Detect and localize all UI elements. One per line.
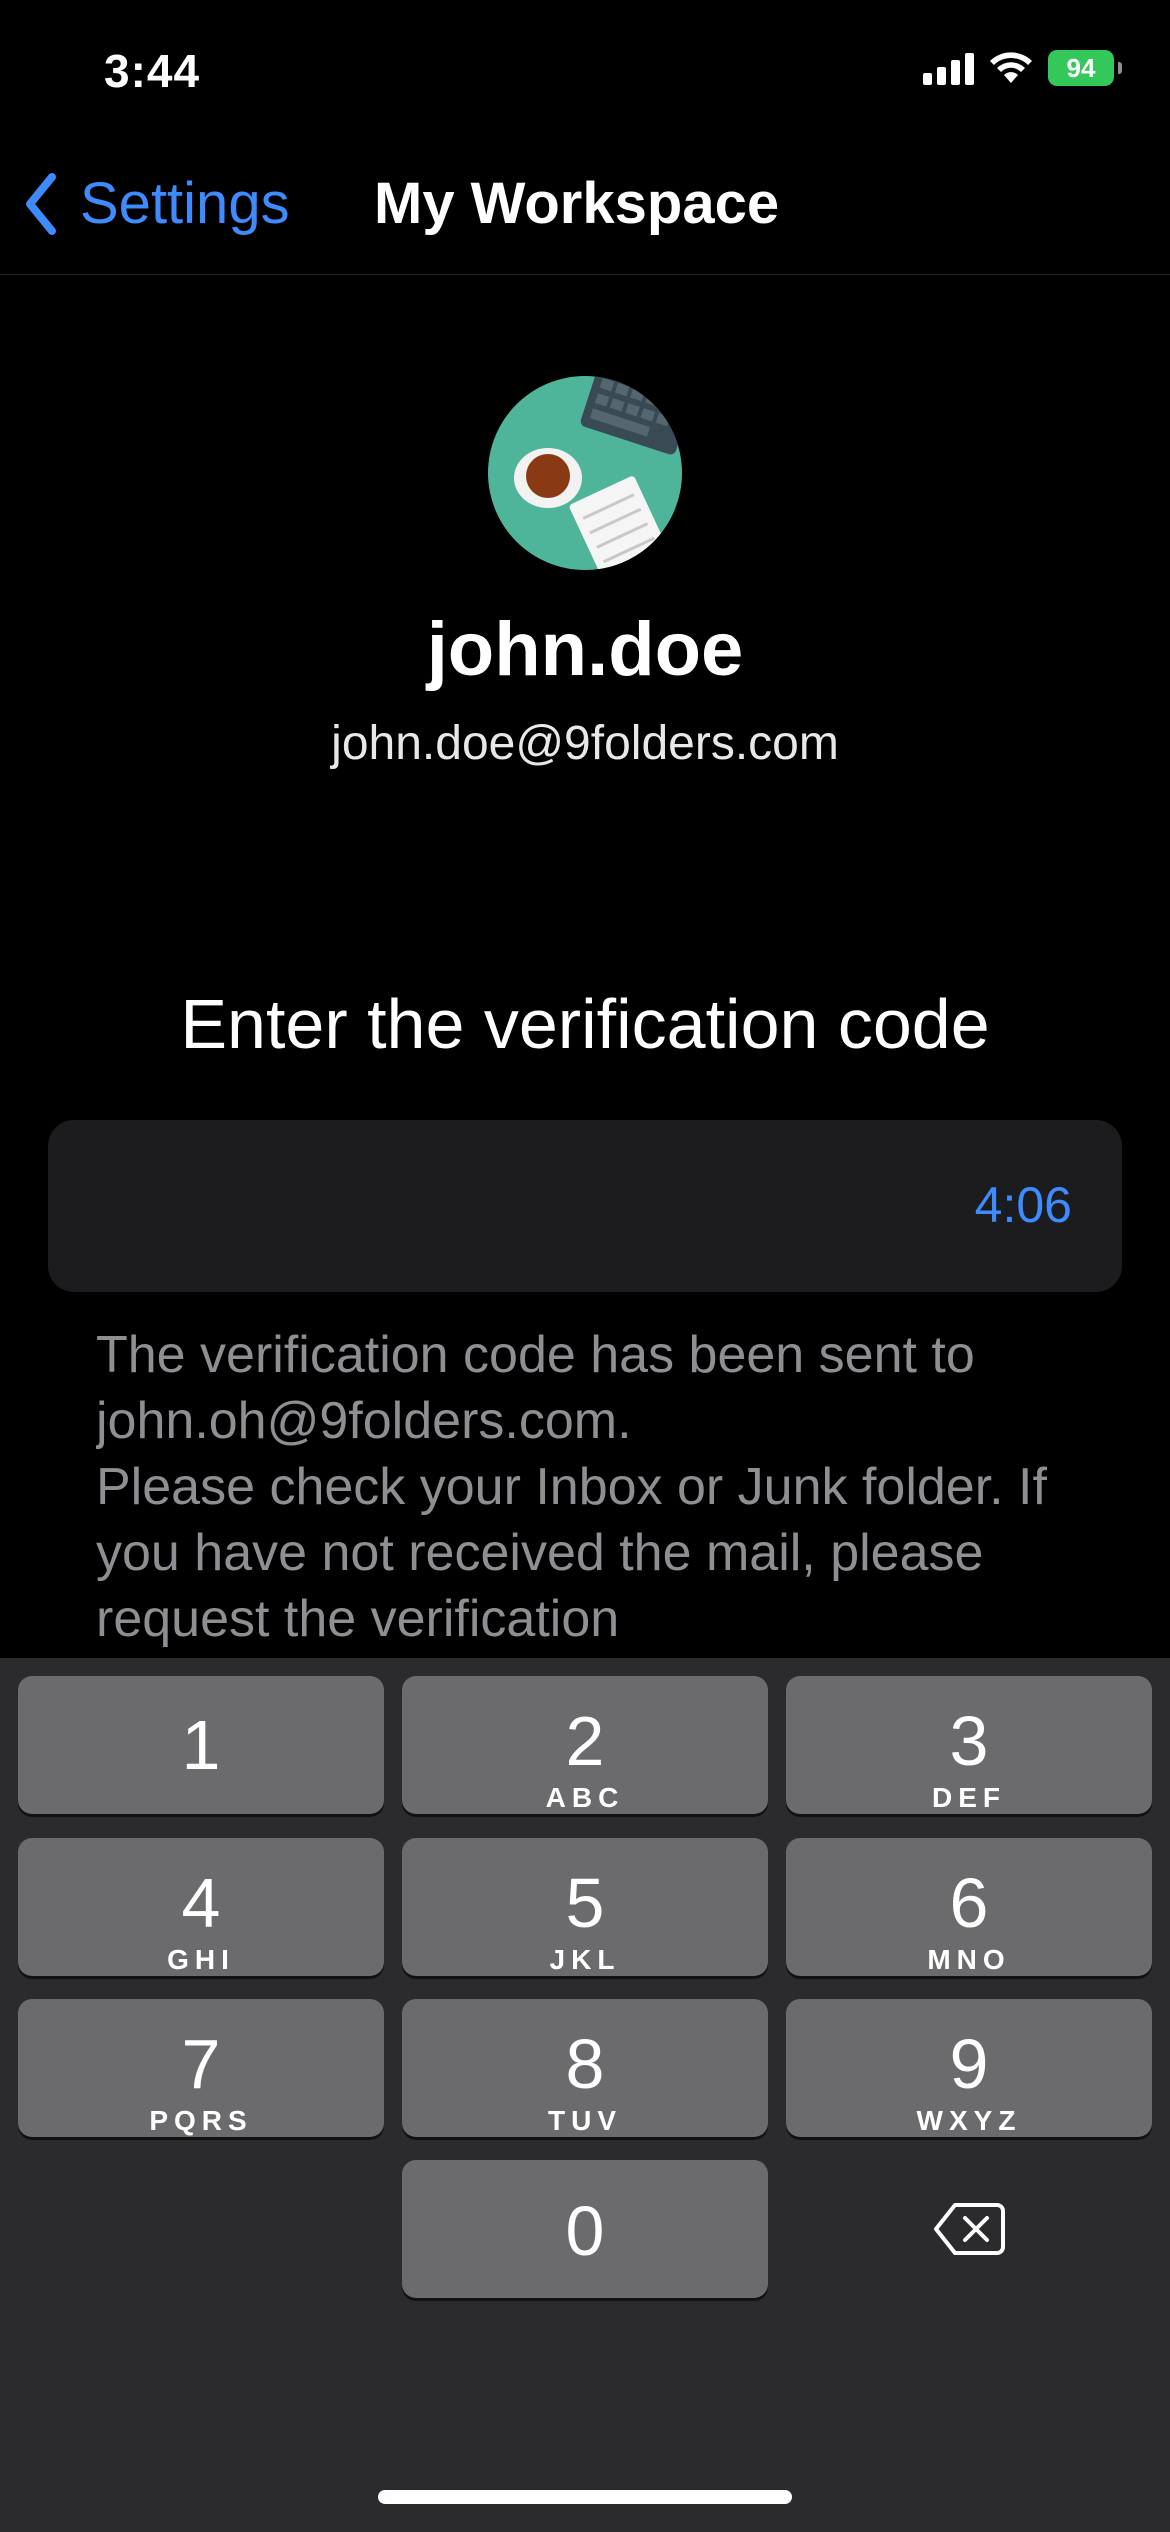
- navigation-bar: Settings My Workspace: [0, 150, 1170, 275]
- key-9[interactable]: 9 WXYZ: [786, 1999, 1152, 2137]
- key-digit: 6: [949, 1864, 989, 1942]
- countdown-timer: 4:06: [974, 1177, 1072, 1233]
- home-indicator[interactable]: [378, 2490, 792, 2504]
- key-digit: 4: [181, 1864, 221, 1942]
- key-digit: 1: [181, 1706, 221, 1784]
- key-3[interactable]: 3 DEF: [786, 1676, 1152, 1814]
- key-2[interactable]: 2 ABC: [402, 1676, 768, 1814]
- key-digit: 9: [949, 2025, 989, 2103]
- key-letters: JKL: [549, 1944, 621, 1975]
- cellular-signal-icon: [923, 51, 974, 85]
- chevron-left-icon: [26, 172, 56, 235]
- status-time: 3:44: [104, 45, 201, 97]
- back-button-label: Settings: [80, 171, 290, 236]
- back-button[interactable]: Settings: [24, 170, 290, 237]
- page-title: My Workspace: [374, 171, 780, 236]
- verification-code-input[interactable]: 4:06: [48, 1120, 1122, 1292]
- verification-info-text: The verification code has been sent to j…: [96, 1322, 1096, 1654]
- battery-level: 94: [1066, 52, 1096, 83]
- info-line-1: The verification code has been sent to j…: [96, 1326, 975, 1450]
- info-line-2: Please check your Inbox or Junk folder. …: [96, 1458, 1047, 1648]
- wifi-icon: [990, 52, 1032, 83]
- delete-key[interactable]: [786, 2160, 1152, 2298]
- key-6[interactable]: 6 MNO: [786, 1838, 1152, 1976]
- status-icons: 94: [923, 50, 1122, 86]
- key-7[interactable]: 7 PQRS: [18, 1999, 384, 2137]
- coffee-desk-avatar-icon: [514, 376, 682, 570]
- key-letters: TUV: [548, 2105, 622, 2136]
- key-4[interactable]: 4 GHI: [18, 1838, 384, 1976]
- key-letters: ABC: [545, 1782, 625, 1813]
- avatar: [488, 376, 682, 570]
- backspace-icon: [934, 2203, 1005, 2255]
- key-digit: 5: [565, 1864, 605, 1942]
- key-digit: 7: [181, 2025, 221, 2103]
- key-0[interactable]: 0: [402, 2160, 768, 2298]
- key-letters: MNO: [927, 1944, 1011, 1975]
- key-letters: DEF: [932, 1782, 1006, 1813]
- key-digit: 3: [949, 1702, 989, 1780]
- user-name: john.doe: [426, 607, 744, 692]
- user-email: john.doe@9folders.com: [331, 717, 839, 770]
- key-letters: GHI: [167, 1944, 235, 1975]
- key-digit: 2: [565, 1702, 605, 1780]
- key-letters: PQRS: [149, 2105, 253, 2136]
- key-8[interactable]: 8 TUV: [402, 1999, 768, 2137]
- battery-indicator: 94: [1048, 50, 1122, 86]
- key-5[interactable]: 5 JKL: [402, 1838, 768, 1976]
- key-digit: 8: [565, 2025, 605, 2103]
- key-1[interactable]: 1: [18, 1676, 384, 1814]
- key-digit: 0: [565, 2192, 605, 2270]
- verification-heading: Enter the verification code: [180, 985, 990, 1063]
- key-letters: WXYZ: [916, 2105, 1022, 2136]
